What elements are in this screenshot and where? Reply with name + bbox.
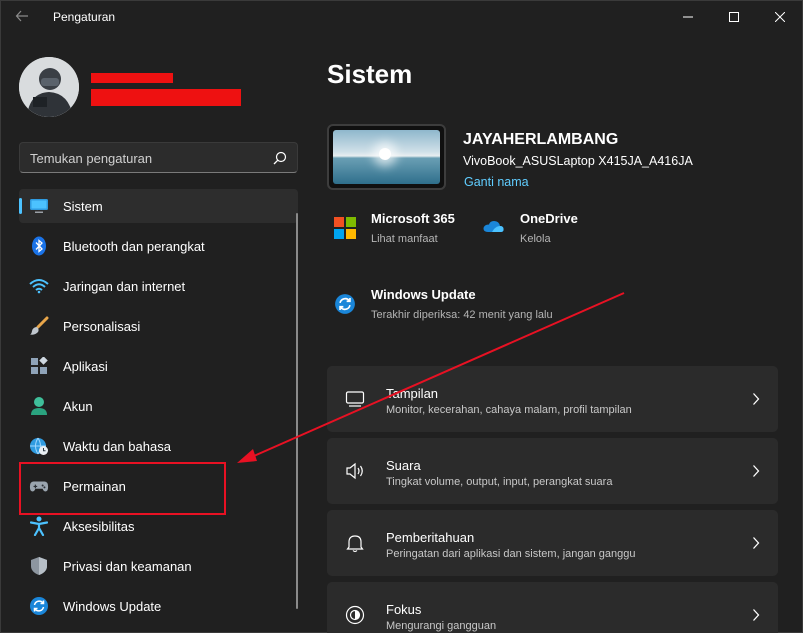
tile-subtitle: Kelola	[520, 233, 551, 245]
redacted-user-name	[91, 73, 173, 83]
onedrive-icon	[483, 221, 504, 232]
back-arrow-icon	[15, 10, 28, 22]
brush-icon	[29, 316, 49, 336]
update-icon	[29, 596, 49, 616]
title-bar: Pengaturan	[1, 1, 802, 33]
card-subtitle: Monitor, kecerahan, cahaya malam, profil…	[386, 404, 632, 416]
card-title: Tampilan	[386, 386, 439, 401]
sidebar-item-label: Jaringan dan internet	[63, 279, 186, 294]
sidebar-item-bluetooth[interactable]: Bluetooth dan perangkat	[19, 229, 298, 263]
device-name: JAYAHERLAMBANG	[463, 131, 619, 148]
tile-subtitle: Lihat manfaat	[371, 233, 438, 245]
sidebar-item-personalisasi[interactable]: Personalisasi	[19, 309, 298, 343]
sidebar-item-label: Akun	[63, 399, 93, 414]
card-title: Fokus	[386, 602, 422, 617]
maximize-button[interactable]	[711, 5, 757, 29]
sidebar-scrollbar[interactable]	[296, 213, 298, 609]
sidebar-item-jaringan[interactable]: Jaringan dan internet	[19, 269, 298, 303]
chevron-right-icon	[753, 537, 760, 549]
maximize-icon	[729, 12, 739, 22]
globe-clock-icon	[29, 436, 49, 456]
redacted-user-email	[91, 89, 241, 106]
sidebar-item-label: Sistem	[63, 199, 103, 214]
shield-icon	[29, 556, 49, 576]
display-icon	[345, 391, 365, 407]
sidebar-nav: Sistem Bluetooth dan perangkat Jaringan …	[19, 189, 298, 619]
search-input[interactable]	[30, 149, 260, 167]
card-tampilan[interactable]: Tampilan Monitor, kecerahan, cahaya mala…	[327, 366, 778, 432]
tile-title: Microsoft 365	[371, 211, 455, 226]
sidebar-item-label: Windows Update	[63, 599, 162, 614]
sidebar-item-privasi[interactable]: Privasi dan keamanan	[19, 549, 298, 583]
device-wallpaper-thumbnail	[327, 124, 446, 190]
tile-title: Windows Update	[371, 287, 476, 302]
chevron-right-icon	[753, 609, 760, 621]
card-fokus[interactable]: Fokus Mengurangi gangguan	[327, 582, 778, 633]
rename-link[interactable]: Ganti nama	[464, 175, 529, 189]
search-icon[interactable]	[273, 151, 287, 165]
card-title: Suara	[386, 458, 421, 473]
sidebar-item-waktu[interactable]: Waktu dan bahasa	[19, 429, 298, 463]
sidebar-item-aplikasi[interactable]: Aplikasi	[19, 349, 298, 383]
sidebar-item-label: Personalisasi	[63, 319, 141, 334]
sidebar-item-label: Aksesibilitas	[63, 519, 135, 534]
minimize-icon	[683, 16, 693, 18]
microsoft365-icon	[334, 217, 356, 239]
annotation-highlight-box	[19, 462, 226, 515]
active-indicator	[19, 198, 22, 214]
back-button[interactable]	[15, 9, 37, 25]
chevron-right-icon	[753, 465, 760, 477]
apps-icon	[29, 356, 49, 376]
speaker-icon	[346, 462, 363, 480]
person-icon	[29, 396, 49, 416]
card-pemberitahuan[interactable]: Pemberitahuan Peringatan dari aplikasi d…	[327, 510, 778, 576]
sidebar-item-windows-update[interactable]: Windows Update	[19, 589, 298, 623]
close-button[interactable]	[757, 5, 803, 29]
wifi-icon	[29, 276, 49, 296]
card-suara[interactable]: Suara Tingkat volume, output, input, per…	[327, 438, 778, 504]
sidebar-item-sistem[interactable]: Sistem	[19, 189, 298, 223]
sidebar-item-label: Bluetooth dan perangkat	[63, 239, 205, 254]
user-avatar[interactable]	[19, 57, 79, 117]
sidebar-item-label: Waktu dan bahasa	[63, 439, 171, 454]
device-model: VivoBook_ASUSLaptop X415JA_A416JA	[463, 154, 693, 168]
bell-icon	[346, 535, 364, 553]
tile-subtitle: Terakhir diperiksa: 42 menit yang lalu	[371, 309, 553, 321]
card-subtitle: Peringatan dari aplikasi dan sistem, jan…	[386, 548, 636, 560]
close-icon	[775, 12, 785, 22]
chevron-right-icon	[753, 393, 760, 405]
card-subtitle: Tingkat volume, output, input, perangkat…	[386, 476, 613, 488]
sidebar-item-label: Privasi dan keamanan	[63, 559, 192, 574]
sidebar-item-label: Aplikasi	[63, 359, 108, 374]
sidebar-item-akun[interactable]: Akun	[19, 389, 298, 423]
card-title: Pemberitahuan	[386, 530, 475, 545]
app-title: Pengaturan	[53, 10, 116, 24]
tile-title: OneDrive	[520, 211, 578, 226]
update-icon	[335, 294, 355, 314]
bluetooth-icon	[29, 236, 49, 256]
wallpaper-sun	[379, 148, 391, 160]
page-title: Sistem	[327, 59, 413, 89]
accessibility-icon	[29, 516, 49, 536]
monitor-icon	[29, 196, 49, 216]
focus-icon	[345, 605, 365, 625]
card-subtitle: Mengurangi gangguan	[386, 620, 497, 632]
user-photo-icon	[19, 57, 79, 117]
minimize-button[interactable]	[665, 5, 711, 29]
settings-window: Pengaturan Temukan pengaturan Sistem Blu…	[0, 0, 803, 633]
search-box[interactable]	[19, 142, 298, 173]
